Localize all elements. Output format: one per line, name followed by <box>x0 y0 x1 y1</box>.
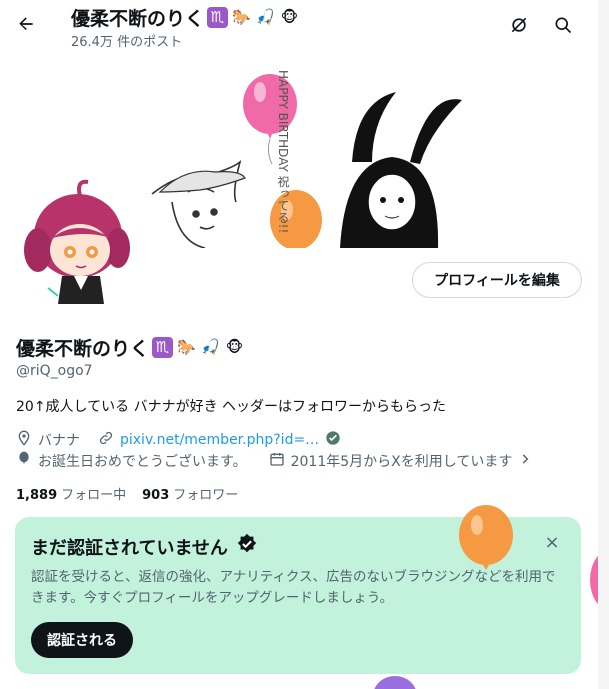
edit-profile-button[interactable]: プロフィールを編集 <box>412 262 582 298</box>
banner-vertical-text: HAPPY BIRTHDAY 祝ってる!! <box>276 70 290 233</box>
verification-title-text: まだ認証されていません <box>31 537 228 559</box>
profile-handle: @riQ_ogo7 <box>16 363 93 379</box>
chevron-right-icon[interactable] <box>518 452 532 470</box>
verified-link-icon <box>325 430 341 450</box>
monkey-emoji: 🐵 <box>280 8 299 26</box>
close-icon[interactable]: × <box>541 531 563 553</box>
purple-balloon-decoration <box>374 676 416 689</box>
profile-meta-row-2: お誕生日おめでとうございます。 2011年5月からXを利用しています <box>16 451 532 471</box>
scorpio-emoji: ♏ <box>152 337 174 358</box>
back-arrow-icon[interactable] <box>14 12 38 36</box>
profile-name: 優柔不断のりく ♏ 🐎 🎣 🐵 <box>16 334 245 361</box>
birthday-text: お誕生日おめでとうございます。 <box>38 454 247 470</box>
title-name: 優柔不断のりく <box>71 8 205 30</box>
top-bar: 優柔不断のりく ♏ 🐎 🎣 🐵 26.4万 件のポスト <box>0 0 598 52</box>
fishing-emoji: 🎣 <box>256 8 275 26</box>
follow-stats: 1,889 フォロー中 903 フォロワー <box>16 484 238 503</box>
horse-emoji: 🐎 <box>177 338 196 356</box>
verified-badge-icon <box>236 533 258 560</box>
horse-emoji: 🐎 <box>232 8 251 26</box>
link-icon <box>98 430 114 450</box>
following-count: 1,889 <box>16 488 58 503</box>
calendar-icon <box>269 451 285 471</box>
avatar[interactable] <box>18 178 136 306</box>
profile-bio: 20↑成人している バナナが好き ヘッダーはフォロワーからもらった <box>16 399 447 415</box>
page-title: 優柔不断のりく ♏ 🐎 🎣 🐵 <box>71 4 300 31</box>
followers-link[interactable]: 903 フォロワー <box>142 484 238 503</box>
followers-count: 903 <box>142 488 170 503</box>
fishing-emoji: 🎣 <box>201 338 220 356</box>
following-label: フォロー中 <box>61 488 127 503</box>
search-icon[interactable] <box>550 12 576 38</box>
verification-title: まだ認証されていません <box>31 533 258 560</box>
balloon-icon <box>16 451 32 471</box>
post-count: 26.4万 件のポスト <box>71 35 183 50</box>
monkey-emoji: 🐵 <box>225 338 244 356</box>
orange-balloon-decoration <box>459 505 513 570</box>
following-link[interactable]: 1,889 フォロー中 <box>16 484 126 503</box>
scrollbar[interactable] <box>598 0 609 689</box>
scorpio-emoji: ♏ <box>207 7 229 28</box>
profile-meta-row-1: バナナ pixiv.net/member.php?id=… <box>16 430 341 450</box>
location-icon <box>16 430 32 450</box>
verification-description: 認証を受けると、返信の強化、アナリティクス、広告のないブラウジングなどを利用でき… <box>31 569 556 606</box>
location-text: バナナ <box>38 433 80 449</box>
followers-label: フォロワー <box>173 488 239 503</box>
display-name: 優柔不断のりく <box>16 338 150 360</box>
profile-link[interactable]: pixiv.net/member.php?id=… <box>120 432 319 448</box>
grok-icon[interactable] <box>506 12 532 38</box>
get-verified-button[interactable]: 認証される <box>31 622 133 658</box>
joined-text: 2011年5月からXを利用しています <box>290 454 513 470</box>
